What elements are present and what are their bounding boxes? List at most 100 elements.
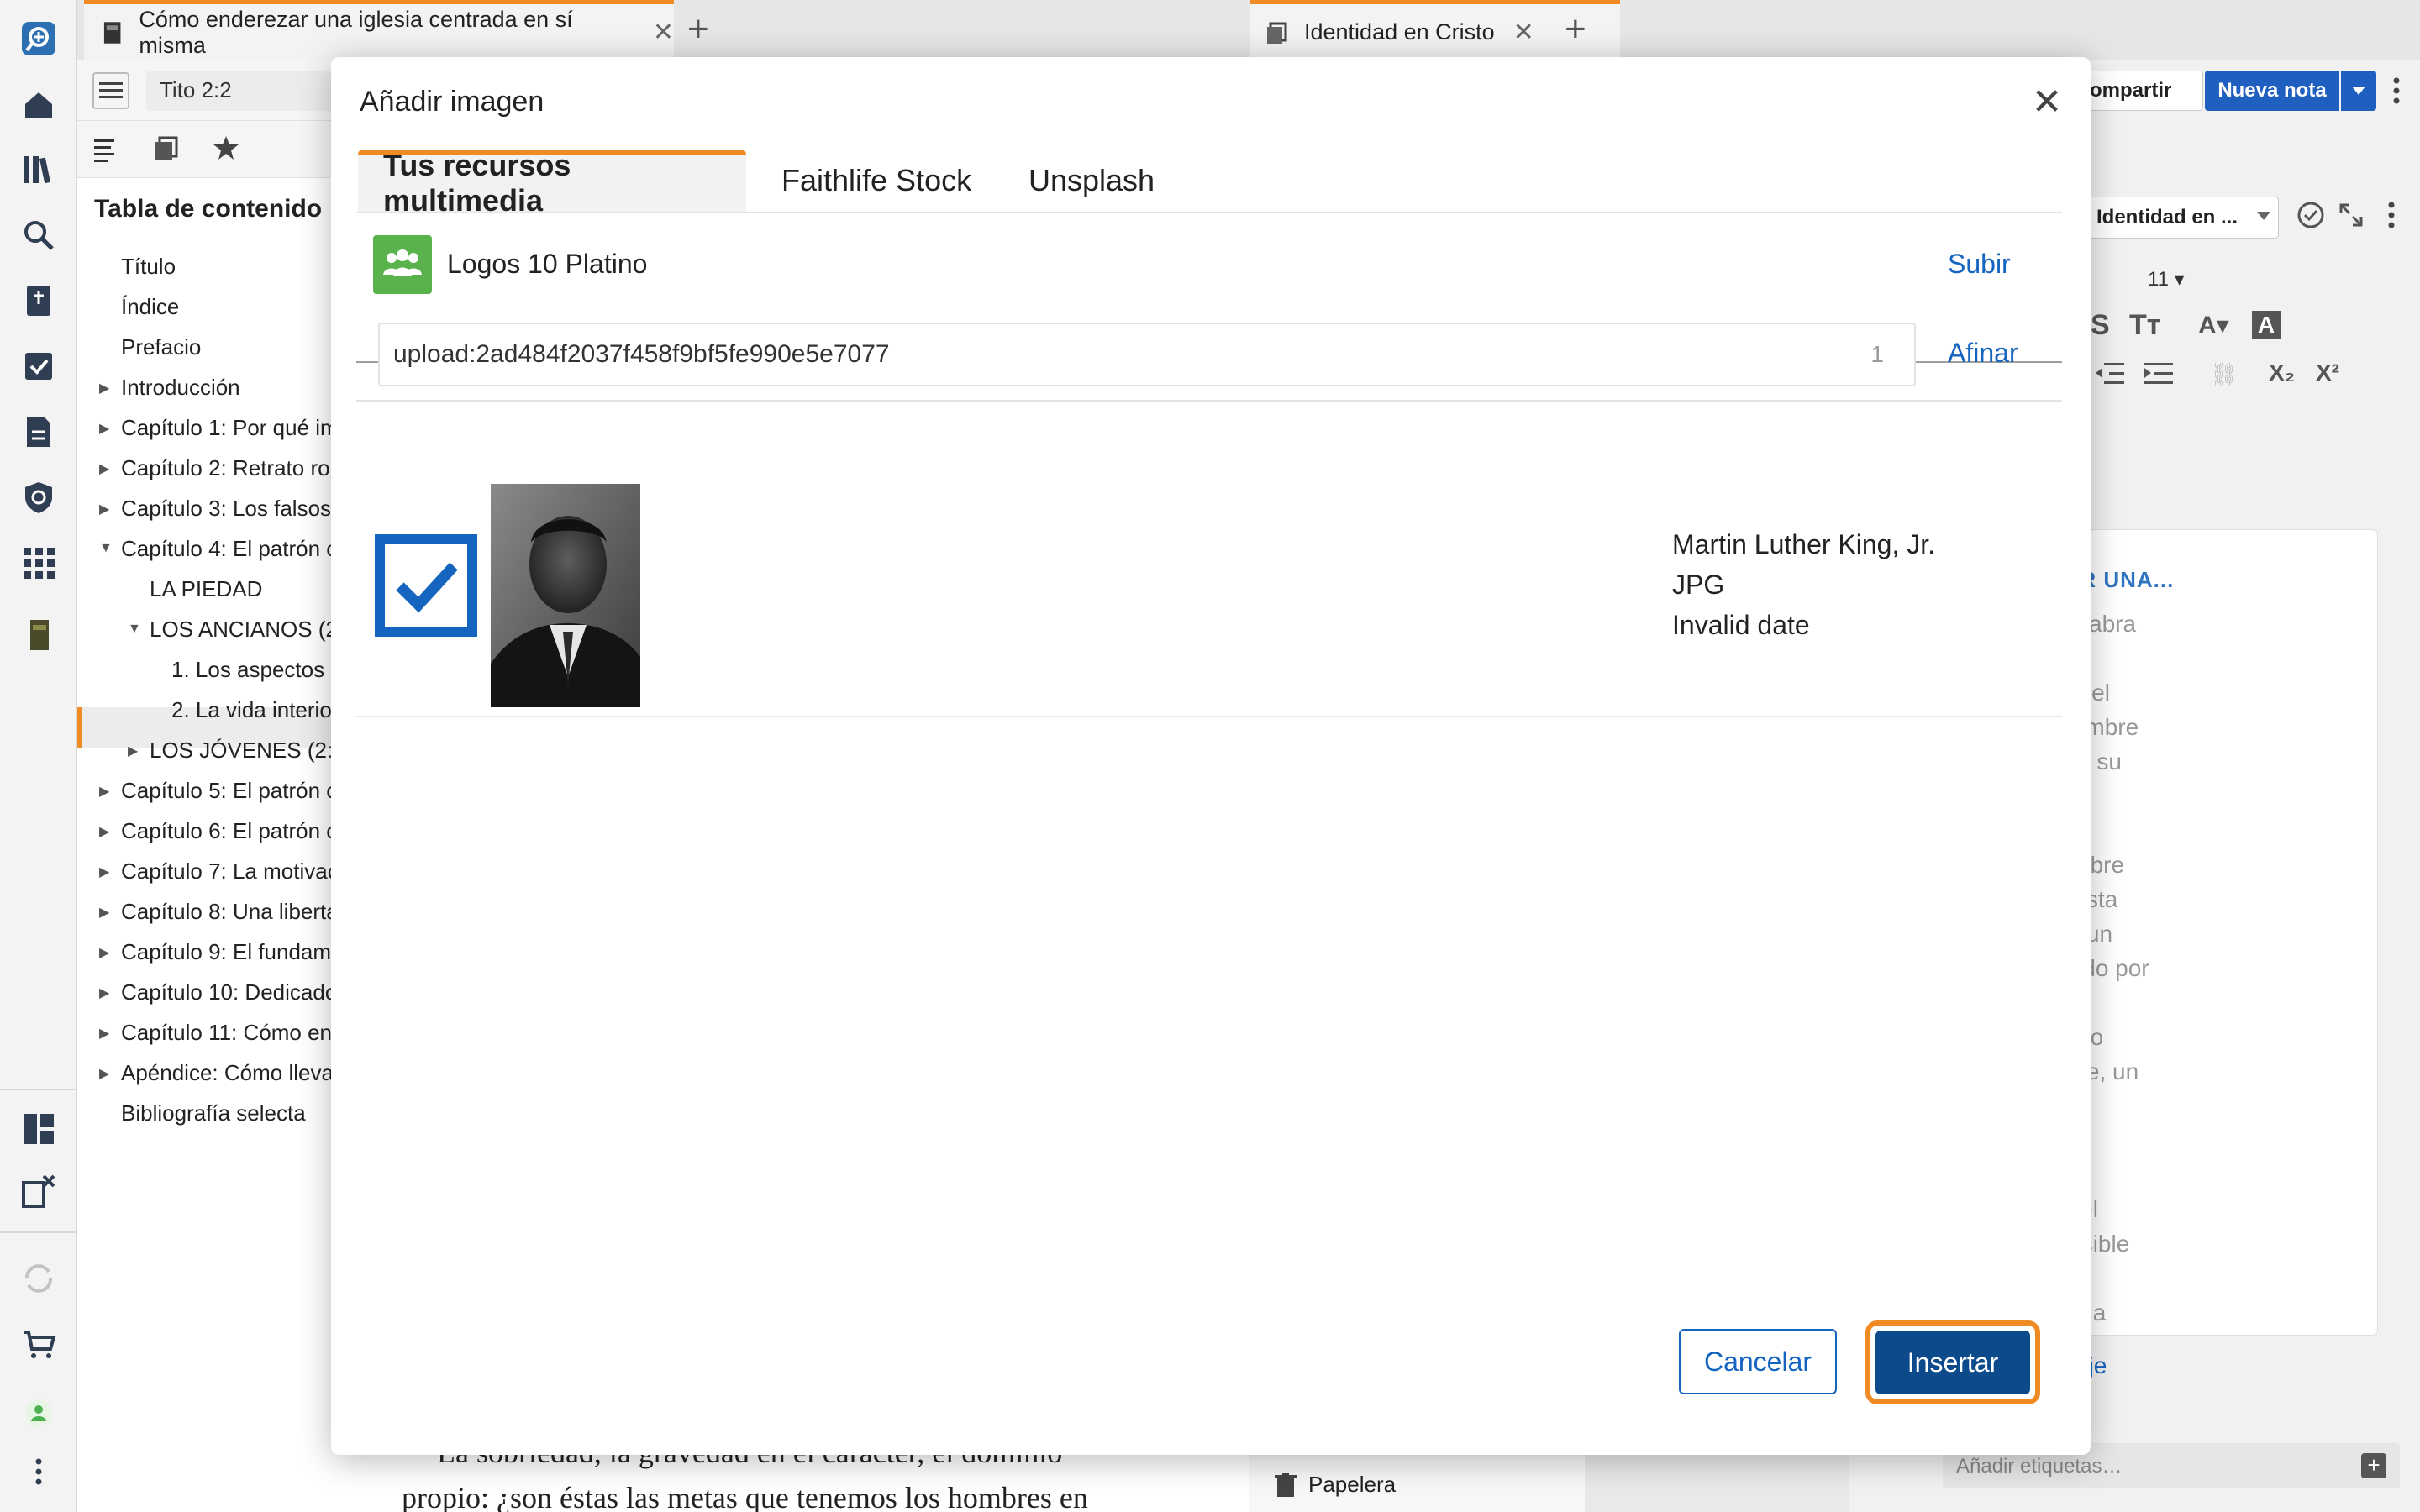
toc-expand-caret-icon[interactable]: ▶ <box>99 380 109 396</box>
toc-item[interactable]: Capítulo 5: El patrón c <box>121 778 337 804</box>
sync-icon[interactable] <box>17 1257 60 1300</box>
outdent-icon[interactable] <box>2096 361 2124 386</box>
dialog-title: Añadir imagen <box>360 86 544 118</box>
user-avatar-icon[interactable] <box>17 1391 60 1435</box>
toc-item[interactable]: Capítulo 3: Los falsos. <box>121 496 337 522</box>
toc-item[interactable]: Capítulo 11: Cómo en <box>121 1020 332 1046</box>
result-title-link[interactable]: Martin Luther King, Jr. <box>1672 529 1935 560</box>
toc-item[interactable]: Introducción <box>121 375 240 401</box>
cart-icon[interactable] <box>17 1322 60 1366</box>
more-vertical-icon[interactable] <box>2391 76 2402 106</box>
checkmark-icon <box>396 562 458 613</box>
new-note-button[interactable]: Nueva nota <box>2205 71 2339 111</box>
toc-expand-caret-icon[interactable]: ▶ <box>99 864 109 880</box>
toc-item[interactable]: Capítulo 7: La motivac <box>121 858 339 885</box>
trash-label: Papelera <box>1308 1472 1397 1497</box>
reference-box[interactable]: Tito 2:2 <box>146 71 356 111</box>
more-vertical-icon[interactable] <box>2386 200 2396 230</box>
apps-grid-icon[interactable] <box>17 541 60 585</box>
toc-item[interactable]: LOS JÓVENES (2:6– <box>150 738 357 764</box>
library-icon[interactable] <box>17 148 60 192</box>
tab-book[interactable]: Cómo enderezar una iglesia centrada en s… <box>84 0 674 60</box>
superscript-icon[interactable]: X² <box>2316 360 2339 386</box>
close-tab-icon[interactable]: ✕ <box>1513 18 1534 47</box>
notes-icon[interactable] <box>153 136 180 163</box>
tab-unsplash[interactable]: Unsplash <box>1003 150 1180 212</box>
toc-expand-caret-icon[interactable]: ▶ <box>99 823 109 840</box>
toc-expand-caret-icon[interactable]: ▼ <box>99 541 113 556</box>
toc-item[interactable]: LA PIEDAD <box>150 576 262 602</box>
book-cover-icon[interactable] <box>17 613 60 657</box>
media-search-input[interactable] <box>393 324 1822 385</box>
toc-item[interactable]: Capítulo 2: Retrato rol <box>121 455 334 481</box>
toc-item[interactable]: Capítulo 6: El patrón c <box>121 818 337 844</box>
insert-button[interactable]: Insertar <box>1876 1331 2030 1394</box>
close-icon[interactable]: ✕ <box>2028 84 2065 121</box>
star-icon[interactable] <box>212 134 240 163</box>
app-sidebar <box>0 0 77 1512</box>
text-case-icon[interactable]: Tт <box>2129 309 2160 342</box>
document-icon[interactable] <box>17 410 60 454</box>
highlight-color-icon[interactable]: A <box>2252 311 2281 339</box>
toc-expand-caret-icon[interactable]: ▶ <box>99 783 109 800</box>
toc-item[interactable]: 1. Los aspectos e <box>171 657 343 683</box>
trash-item[interactable]: Papelera <box>1275 1472 1396 1498</box>
toc-expand-caret-icon[interactable]: ▶ <box>99 904 109 921</box>
image-thumbnail[interactable] <box>491 484 640 707</box>
toc-expand-caret-icon[interactable]: ▶ <box>99 460 109 477</box>
toc-item[interactable]: Bibliografía selecta <box>121 1100 306 1126</box>
note-document-selector[interactable]: Identidad en ... <box>2084 197 2279 239</box>
panel-menu-button[interactable] <box>92 72 129 109</box>
indent-icon[interactable] <box>2144 361 2173 386</box>
shield-icon[interactable] <box>17 475 60 519</box>
expand-icon[interactable] <box>2338 202 2365 228</box>
link-icon[interactable]: ⛓ <box>2210 361 2238 387</box>
logos-search-icon[interactable] <box>17 17 60 60</box>
toc-expand-caret-icon[interactable]: ▶ <box>99 1025 109 1042</box>
select-checkbox[interactable] <box>375 534 477 637</box>
toc-item[interactable]: Capítulo 8: Una liberta <box>121 899 339 925</box>
new-note-dropdown[interactable] <box>2341 71 2376 111</box>
toc-item[interactable]: Capítulo 1: Por qué im <box>121 415 339 441</box>
tab-faithlife-stock[interactable]: Faithlife Stock <box>756 150 997 212</box>
search-icon[interactable] <box>17 213 60 257</box>
close-panels-icon[interactable] <box>17 1169 60 1213</box>
more-vertical-icon[interactable] <box>17 1450 60 1494</box>
subscript-icon[interactable]: X₂ <box>2269 360 2295 386</box>
add-tag-icon[interactable]: + <box>2361 1453 2386 1478</box>
refine-link[interactable]: Afinar <box>1948 338 2018 369</box>
chevron-down-icon <box>2352 87 2365 95</box>
toc-item[interactable]: Título <box>121 254 176 280</box>
strikethrough-icon[interactable]: S <box>2091 309 2110 342</box>
layout-icon[interactable] <box>17 1107 60 1151</box>
new-tab-button[interactable]: + <box>1565 8 1586 50</box>
home-icon[interactable] <box>17 82 60 126</box>
toc-expand-caret-icon[interactable]: ▶ <box>99 501 109 517</box>
trash-icon <box>1275 1473 1297 1497</box>
toc-item[interactable]: LOS ANCIANOS (2:2 <box>150 617 356 643</box>
font-size-select[interactable]: 11 ▾ <box>2148 267 2185 291</box>
close-tab-icon[interactable]: ✕ <box>653 18 674 47</box>
toc-item[interactable]: Índice <box>121 294 179 320</box>
toc-expand-caret-icon[interactable]: ▶ <box>128 743 138 759</box>
toc-expand-caret-icon[interactable]: ▶ <box>99 944 109 961</box>
tab-my-media[interactable]: Tus recursos multimedia <box>358 148 746 218</box>
toc-expand-caret-icon[interactable]: ▼ <box>128 622 141 637</box>
toc-expand-caret-icon[interactable]: ▶ <box>99 1065 109 1082</box>
new-tab-button[interactable]: + <box>687 8 709 50</box>
check-circle-icon[interactable] <box>2296 200 2326 230</box>
toc-item[interactable]: Capítulo 9: El fundam <box>121 939 331 965</box>
upload-link[interactable]: Subir <box>1948 249 2011 280</box>
toc-item[interactable]: 2. La vida interio <box>171 697 332 723</box>
bible-icon[interactable] <box>17 279 60 323</box>
checklist-icon[interactable] <box>17 344 60 388</box>
toc-item[interactable]: Capítulo 4: El patrón c <box>121 536 337 562</box>
toc-expand-caret-icon[interactable]: ▶ <box>99 984 109 1001</box>
toc-icon[interactable] <box>92 136 118 163</box>
cancel-button[interactable]: Cancelar <box>1679 1329 1837 1394</box>
toc-expand-caret-icon[interactable]: ▶ <box>99 420 109 437</box>
toc-item[interactable]: Apéndice: Cómo lleva <box>121 1060 334 1086</box>
font-color-icon[interactable]: A▾ <box>2198 311 2229 340</box>
toc-item[interactable]: Capítulo 10: Dedicado <box>121 979 337 1005</box>
toc-item[interactable]: Prefacio <box>121 334 201 360</box>
